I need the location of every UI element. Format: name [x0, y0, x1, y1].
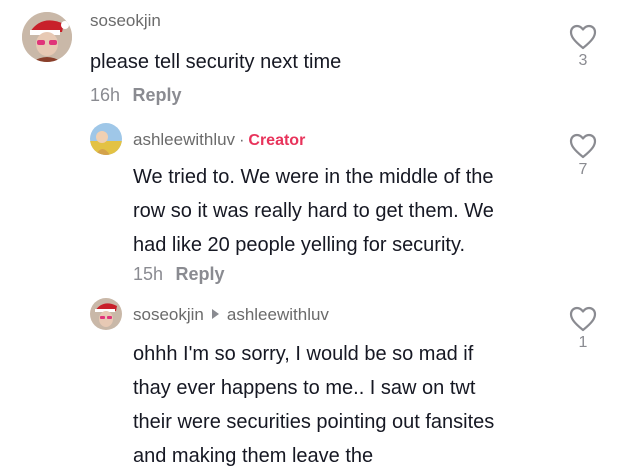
comment-text-line: thay ever happens to me.. I saw on twt: [133, 377, 476, 399]
reply-arrow-icon: [211, 309, 219, 319]
reply-button[interactable]: Reply: [133, 85, 182, 105]
comment-text-line: had like 20 people yelling for security.: [133, 234, 466, 256]
comment-username[interactable]: soseokjin: [90, 11, 161, 31]
comment-time: 16h: [90, 85, 121, 105]
comment-header: ashleewithluv · Creator: [133, 130, 305, 150]
comment-header: soseokjin ashleewithluv: [133, 305, 329, 325]
comment-text-line: ohhh I'm so sorry, I would be so mad if: [133, 343, 474, 365]
comment-username[interactable]: ashleewithluv: [133, 130, 235, 149]
user-avatar-icon: [90, 123, 122, 155]
comment-text-line: row so it was really hard to get them. W…: [133, 200, 494, 222]
comment-username[interactable]: soseokjin: [133, 305, 204, 324]
comment-text: please tell security next time: [90, 51, 342, 73]
creator-badge: Creator: [248, 132, 306, 149]
heart-icon: [569, 24, 597, 50]
like-button[interactable]: 1: [563, 306, 603, 352]
comment-meta: 15h Reply: [133, 264, 225, 285]
avatar[interactable]: [90, 298, 122, 330]
comment-text: ohhh I'm so sorry, I would be so mad if …: [133, 337, 494, 473]
comment-time: 15h: [133, 264, 164, 284]
reply-to-username[interactable]: ashleewithluv: [227, 305, 329, 324]
like-button[interactable]: 3: [563, 24, 603, 70]
avatar[interactable]: [22, 12, 72, 62]
user-avatar-icon: [90, 298, 122, 330]
avatar[interactable]: [90, 123, 122, 155]
heart-icon: [569, 133, 597, 159]
comment-meta: 16h Reply: [90, 85, 182, 106]
comment-text-line: their were securities pointing out fansi…: [133, 411, 495, 433]
like-count: 1: [578, 334, 588, 351]
separator-dot: ·: [239, 132, 245, 149]
heart-icon: [569, 306, 597, 332]
reply-button[interactable]: Reply: [176, 264, 225, 284]
comment-text-line: We tried to. We were in the middle of th…: [133, 166, 494, 188]
comment-text: We tried to. We were in the middle of th…: [133, 160, 494, 262]
like-button[interactable]: 7: [563, 133, 603, 179]
comment-text-line: and making them leave the: [133, 445, 374, 467]
like-count: 3: [578, 52, 588, 69]
like-count: 7: [578, 161, 588, 178]
user-avatar-icon: [22, 12, 72, 62]
